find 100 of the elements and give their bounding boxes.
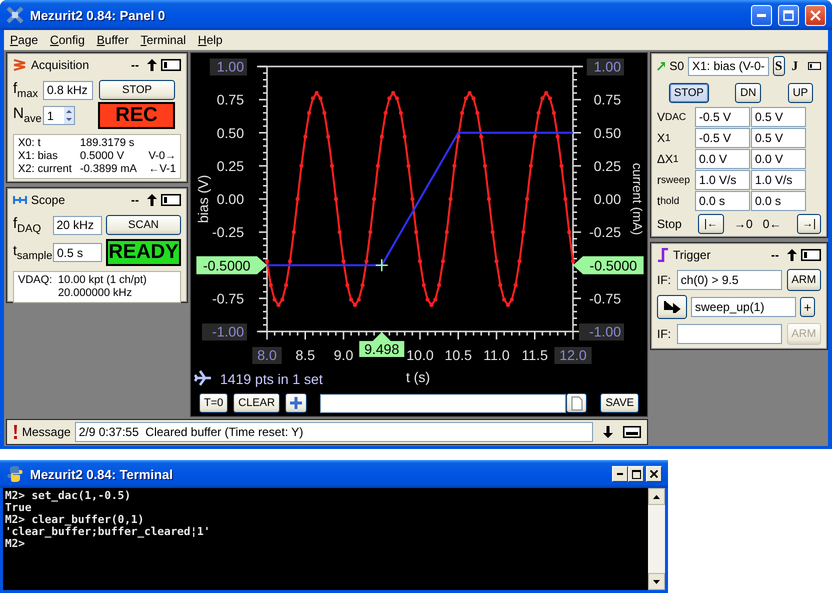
- field-label: N$_{ave}$: [13, 106, 39, 125]
- minimize-icon: [617, 473, 623, 475]
- scroll-up-icon[interactable]: [653, 494, 660, 498]
- channel-value: 189.3179 s: [80, 137, 136, 150]
- tick-label: 0.00: [216, 191, 244, 207]
- tick-label: 0.75: [216, 92, 244, 108]
- sweep-button[interactable]: DN: [735, 83, 762, 103]
- add-button[interactable]: [284, 393, 307, 413]
- message-label: Message: [22, 425, 71, 439]
- arrow-up-icon[interactable]: [787, 249, 797, 261]
- menu-item[interactable]: Help: [192, 33, 229, 47]
- input-field[interactable]: 0.5 V: [751, 107, 806, 127]
- arrow-up-icon[interactable]: [147, 59, 157, 71]
- arm-button[interactable]: ARM: [786, 269, 821, 291]
- menu-item[interactable]: Page: [4, 33, 44, 47]
- app-icon: [6, 465, 24, 483]
- channel-name: X2: current: [18, 163, 73, 176]
- field-label: f$_{DAQ}$: [13, 216, 42, 234]
- status-indicator: REC: [98, 102, 175, 129]
- ramp-icon: [657, 60, 666, 72]
- channel-link[interactable]: V-0→: [148, 150, 176, 163]
- collapse-button[interactable]: --: [127, 58, 143, 72]
- input-field[interactable]: 0.5 V: [751, 128, 806, 148]
- maximize-button[interactable]: [628, 466, 644, 482]
- collapse-button[interactable]: --: [767, 248, 783, 262]
- condition-label: IF:: [657, 327, 672, 341]
- scroll-down-icon[interactable]: [653, 580, 660, 584]
- window-title: Mezurit2 0.84: Panel 0: [30, 8, 166, 22]
- s-button[interactable]: S: [772, 56, 785, 76]
- annotation: -0.5000: [202, 257, 251, 274]
- jump-button[interactable]: |←: [698, 214, 724, 234]
- arrow-up-icon[interactable]: [147, 194, 157, 206]
- panel-toggle-icon[interactable]: [161, 194, 181, 206]
- channel-dropdown[interactable]: X1: bias (V-0-: [688, 56, 769, 76]
- input-field[interactable]: -0.5 V: [695, 128, 750, 148]
- input-field[interactable]: 0.0 V: [695, 149, 750, 169]
- spin-box[interactable]: 1: [43, 106, 75, 125]
- field-label: f$_{max}$: [13, 80, 39, 100]
- input-field[interactable]: [320, 394, 566, 412]
- save-button[interactable]: SAVE: [600, 393, 639, 413]
- jump-button[interactable]: →|: [797, 214, 821, 234]
- info-label: VDAQ:: [18, 274, 54, 287]
- menu-item[interactable]: Config: [44, 33, 91, 47]
- condition-field[interactable]: ch(0) > 9.5: [676, 270, 782, 290]
- plane-icon: [194, 370, 212, 386]
- channel-link[interactable]: ←V-1: [148, 163, 176, 176]
- input-field[interactable]: 0.0 V: [751, 149, 806, 169]
- tick-label: 0.75: [594, 92, 621, 108]
- scrollbar[interactable]: [648, 488, 665, 590]
- panel-toggle-icon[interactable]: [801, 249, 821, 261]
- action-field[interactable]: sweep_up(1): [691, 297, 796, 317]
- toolbar-button[interactable]: T=0: [199, 393, 228, 413]
- input-field[interactable]: 1.0 V/s: [751, 170, 806, 190]
- input-field[interactable]: 0.5 s: [53, 243, 102, 262]
- x-tick-label: 8.0: [257, 347, 277, 363]
- channel-value: 0.5000 V: [80, 150, 126, 163]
- collapse-button[interactable]: --: [127, 193, 143, 207]
- info-value: 20.000000 kHz: [58, 287, 133, 300]
- branch-button[interactable]: [657, 295, 687, 319]
- sweep-button[interactable]: UP: [788, 83, 813, 103]
- toolbar-button[interactable]: CLEAR: [233, 393, 280, 413]
- annotation: -0.5000: [590, 257, 638, 274]
- point-count: 1419 pts in 1 set: [220, 371, 323, 387]
- input-field[interactable]: 0.0 s: [751, 191, 806, 211]
- menu-item[interactable]: Buffer: [90, 33, 135, 47]
- file-button[interactable]: [566, 393, 588, 413]
- scan-button[interactable]: SCAN: [106, 215, 181, 235]
- axis-label: bias (V): [195, 174, 211, 224]
- input-field[interactable]: 1.0 V/s: [695, 170, 750, 190]
- interval-icon: [13, 195, 27, 205]
- stop-button[interactable]: STOP: [99, 80, 175, 100]
- stop-option[interactable]: 0←: [762, 217, 782, 231]
- channel-name: X1: bias: [18, 150, 59, 163]
- terminal-line: 'clear_buffer;buffer_cleared¦1': [5, 526, 212, 538]
- tick-label: -0.75: [212, 290, 244, 306]
- condition-field[interactable]: [676, 324, 782, 344]
- close-button[interactable]: [646, 466, 662, 482]
- panel-toggle-icon[interactable]: [161, 59, 181, 71]
- sweep-button[interactable]: STOP: [669, 83, 709, 103]
- minimize-panel-icon[interactable]: [623, 426, 641, 438]
- turn-arrow-icon: [663, 301, 681, 313]
- tick-label: 10.5: [444, 347, 472, 363]
- minimize-button[interactable]: [612, 466, 628, 482]
- menu-item[interactable]: Terminal: [134, 33, 192, 47]
- x-tick-label: 12.0: [559, 347, 587, 363]
- tick-label: -0.75: [589, 290, 621, 306]
- input-field[interactable]: 0.8 kHz: [43, 80, 93, 100]
- terminal-line: M2> clear_buffer(0,1): [5, 514, 146, 526]
- arrow-down-icon[interactable]: [603, 426, 613, 438]
- input-field[interactable]: 20 kHz: [52, 216, 102, 234]
- input-field[interactable]: 0.0 s: [695, 191, 750, 211]
- document-icon: [570, 396, 583, 410]
- spin-arrows-icon[interactable]: [64, 107, 74, 124]
- tick-label: 10.0: [406, 347, 434, 363]
- input-field[interactable]: -0.5 V: [695, 107, 750, 127]
- stop-option[interactable]: →0: [734, 217, 753, 231]
- add-button[interactable]: +: [800, 297, 815, 317]
- j-label[interactable]: J: [792, 58, 798, 74]
- panel-toggle-icon[interactable]: [808, 60, 821, 72]
- tick-label: -0.25: [589, 224, 621, 240]
